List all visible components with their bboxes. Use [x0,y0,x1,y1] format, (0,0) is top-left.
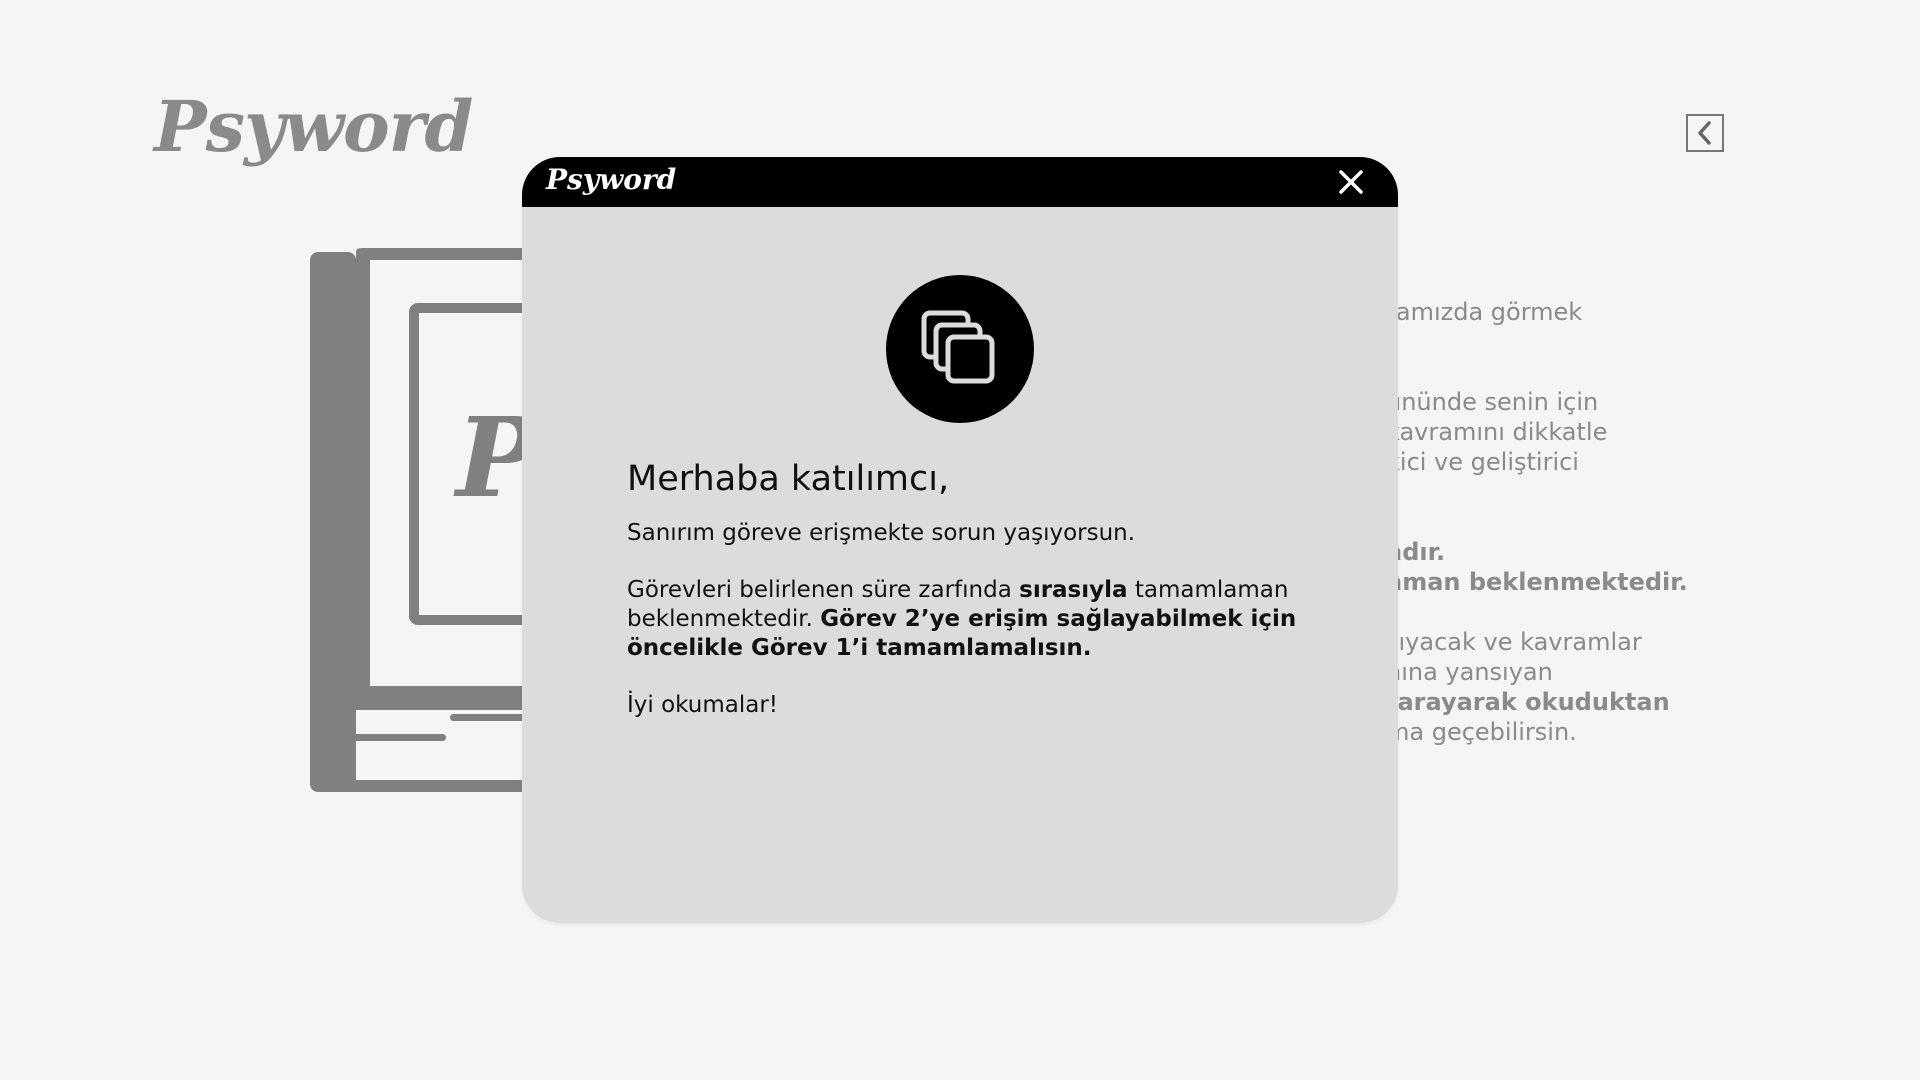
background-text-line: sıyacak ve kavramlar [1386,628,1642,656]
modal-header: Psyword [522,157,1398,207]
background-text-line: kavramını dikkatle [1386,418,1608,446]
instructions-emphasis: sırasıyla [1019,577,1128,603]
background-text-line: ramızda görmek [1386,298,1583,326]
close-icon [1339,170,1363,194]
background-text-line: kici ve geliştirici [1386,448,1579,476]
modal-body: Merhaba katılımcı, Sanırım göreve erişme… [627,457,1327,748]
background-text-line: aman beklenmektedir. [1386,568,1688,596]
app-logo: Psyword [154,85,473,168]
close-button[interactable] [1336,167,1366,197]
copy-icon-badge [886,275,1034,423]
background-text-line: nına yansıyan [1386,658,1553,686]
copy-icon [921,310,995,384]
modal-greeting: Merhaba katılımcı, [627,459,950,499]
modal-closing: İyi okumalar! [627,692,779,718]
access-warning-modal: Psyword Merhaba katılımcı, Sanırım görev… [522,157,1398,923]
modal-message-instructions: Görevleri belirlenen süre zarfında sıras… [627,576,1327,663]
back-button[interactable] [1686,114,1724,152]
background-text-line: ma geçebilirsin. [1386,718,1577,746]
chevron-left-icon [1698,121,1711,145]
background-text-line: tarayarak okuduktan [1386,688,1670,716]
instructions-text: Görevleri belirlenen süre zarfında [627,577,1020,603]
modal-logo: Psyword [546,163,677,196]
page: Psyword P ramızda görmek ününde senin iç… [0,0,1920,1080]
background-text-line: ününde senin için [1386,388,1599,416]
modal-message-intro: Sanırım göreve erişmekte sorun yaşıyorsu… [627,520,1136,546]
